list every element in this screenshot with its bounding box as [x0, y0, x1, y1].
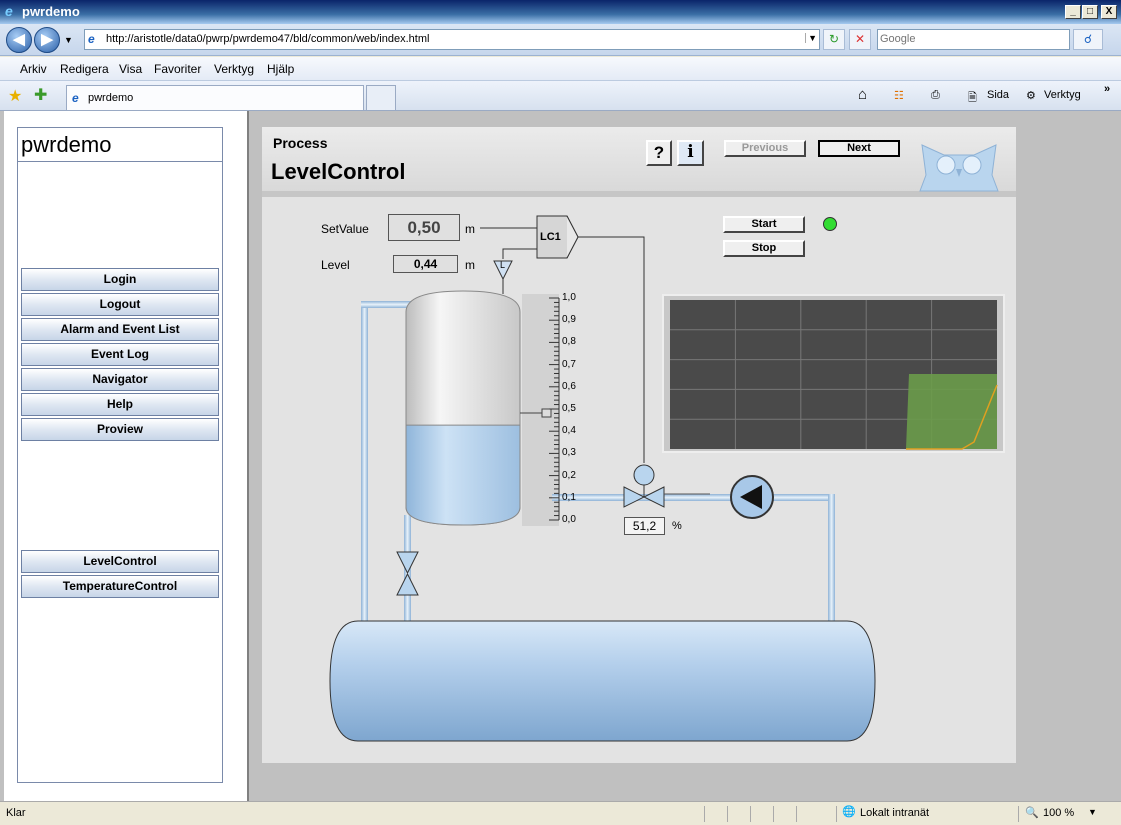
- chevron-down-icon[interactable]: ▼: [1088, 807, 1097, 817]
- process-graph: Process LevelControl ? i Previous Next S…: [262, 127, 1016, 763]
- setpoint-marker: [541, 408, 552, 418]
- scale-tick-label: 0,2: [562, 469, 576, 481]
- return-pipe: [361, 301, 368, 621]
- left-frame: pwrdemo Login Logout Alarm and Event Lis…: [4, 111, 249, 801]
- page-menu[interactable]: Sida: [987, 89, 1009, 101]
- proview-button[interactable]: Proview: [21, 418, 219, 441]
- menu-redigera[interactable]: Redigera: [60, 62, 109, 76]
- add-favorite-icon[interactable]: ✚: [34, 85, 47, 105]
- menu-verktyg[interactable]: Verktyg: [214, 62, 254, 76]
- trend-setvalue-series: [906, 374, 997, 449]
- new-tab-button[interactable]: [366, 85, 396, 110]
- menu-bar: Arkiv Redigera Visa Favoriter Verktyg Hj…: [0, 57, 1121, 81]
- scale-tick-label: 0,9: [562, 314, 576, 326]
- valve-opening-value: 51,2: [624, 517, 665, 535]
- scale-tick-label: 0,7: [562, 358, 576, 370]
- maximize-button[interactable]: □: [1082, 5, 1098, 19]
- logout-button[interactable]: Logout: [21, 293, 219, 316]
- menu-visa[interactable]: Visa: [119, 62, 142, 76]
- refresh-icon[interactable]: ↻: [823, 29, 845, 50]
- search-field[interactable]: [877, 29, 1070, 50]
- menu-hjalp[interactable]: Hjälp: [267, 62, 294, 76]
- window-title: pwrdemo: [22, 4, 80, 19]
- scale-tick-label: 1,0: [562, 292, 576, 303]
- feeds-icon[interactable]: ☷: [894, 89, 904, 102]
- navigator-button[interactable]: Navigator: [21, 368, 219, 391]
- gear-icon: ⚙: [1026, 90, 1036, 102]
- address-field[interactable]: e http://aristotle/data0/pwrp/pwrdemo47/…: [84, 29, 820, 50]
- storage-tank: [329, 620, 876, 742]
- page-content: pwrdemo Login Logout Alarm and Event Lis…: [0, 111, 1121, 801]
- temperaturecontrol-button[interactable]: TemperatureControl: [21, 575, 219, 598]
- page-icon: e: [72, 91, 79, 105]
- scale-tick-label: 0,8: [562, 336, 576, 348]
- levelcontrol-button[interactable]: LevelControl: [21, 550, 219, 573]
- back-button[interactable]: ◀: [6, 27, 32, 53]
- scale-background: [522, 294, 559, 526]
- stop-icon[interactable]: ✕: [849, 29, 871, 50]
- menu-favoriter[interactable]: Favoriter: [154, 62, 201, 76]
- drain-valve-icon: [396, 551, 419, 596]
- forward-button[interactable]: ▶: [34, 27, 60, 53]
- window-titlebar: e pwrdemo _ □ X: [0, 0, 1121, 24]
- globe-icon: 🌐: [842, 806, 856, 818]
- close-button[interactable]: X: [1101, 5, 1117, 19]
- home-icon[interactable]: ⌂: [858, 86, 867, 103]
- scale-tick-label: 0,3: [562, 447, 576, 459]
- pump-riser: [828, 494, 835, 621]
- search-icon[interactable]: ☌: [1073, 29, 1103, 50]
- scale-tick-label: 0,5: [562, 403, 576, 414]
- print-icon[interactable]: ⎙: [931, 89, 940, 102]
- search-input[interactable]: [878, 30, 1066, 48]
- chevron-right-icon[interactable]: »: [1104, 83, 1110, 95]
- page-icon: e: [88, 32, 95, 46]
- controller-label: LC1: [540, 231, 561, 243]
- ie-icon: e: [5, 3, 13, 19]
- alarm-event-list-button[interactable]: Alarm and Event List: [21, 318, 219, 341]
- sensor-label: L: [500, 260, 506, 270]
- tab-label: pwrdemo: [88, 92, 134, 104]
- tab-bar: ★ ✚ e pwrdemo ⌂ ☷ ⎙ 🗎 Sida ⚙ Verktyg »: [0, 81, 1121, 111]
- status-text: Klar: [6, 807, 26, 819]
- help-button[interactable]: Help: [21, 393, 219, 416]
- zone-text: Lokalt intranät: [860, 807, 930, 819]
- tools-menu[interactable]: Verktyg: [1044, 89, 1081, 101]
- zoom-icon: 🔍: [1025, 807, 1039, 819]
- chevron-down-icon[interactable]: ▼: [805, 33, 817, 43]
- scale-tick-label: 0,6: [562, 380, 576, 392]
- status-bar: Klar 🌐 Lokalt intranät 🔍 100 % ▼: [0, 801, 1121, 825]
- pump-pipe: [552, 494, 832, 501]
- scale-tick-label: 0,1: [562, 491, 576, 503]
- zoom-level[interactable]: 100 %: [1043, 807, 1074, 819]
- scale-tick-label: 0,4: [562, 425, 576, 437]
- login-button[interactable]: Login: [21, 268, 219, 291]
- tab-pwrdemo[interactable]: e pwrdemo: [66, 85, 364, 110]
- navigation-panel: pwrdemo Login Logout Alarm and Event Lis…: [17, 127, 223, 783]
- scale-tick-label: 0,0: [562, 514, 576, 525]
- url-text: http://aristotle/data0/pwrp/pwrdemo47/bl…: [106, 33, 430, 45]
- process-diagram: [329, 215, 1005, 742]
- address-toolbar: ◀ ▶ ▼ e http://aristotle/data0/pwrp/pwrd…: [0, 24, 1121, 56]
- minimize-button[interactable]: _: [1065, 5, 1081, 19]
- history-dropdown-icon[interactable]: ▼: [64, 35, 73, 45]
- valve-actuator: [633, 464, 655, 486]
- tank-liquid: [405, 424, 521, 526]
- favorites-star-icon[interactable]: ★: [8, 86, 22, 106]
- valve-unit: %: [672, 520, 682, 532]
- menu-arkiv[interactable]: Arkiv: [20, 62, 47, 76]
- page-icon: 🗎: [968, 92, 977, 104]
- sidebar-title: pwrdemo: [18, 128, 222, 162]
- event-log-button[interactable]: Event Log: [21, 343, 219, 366]
